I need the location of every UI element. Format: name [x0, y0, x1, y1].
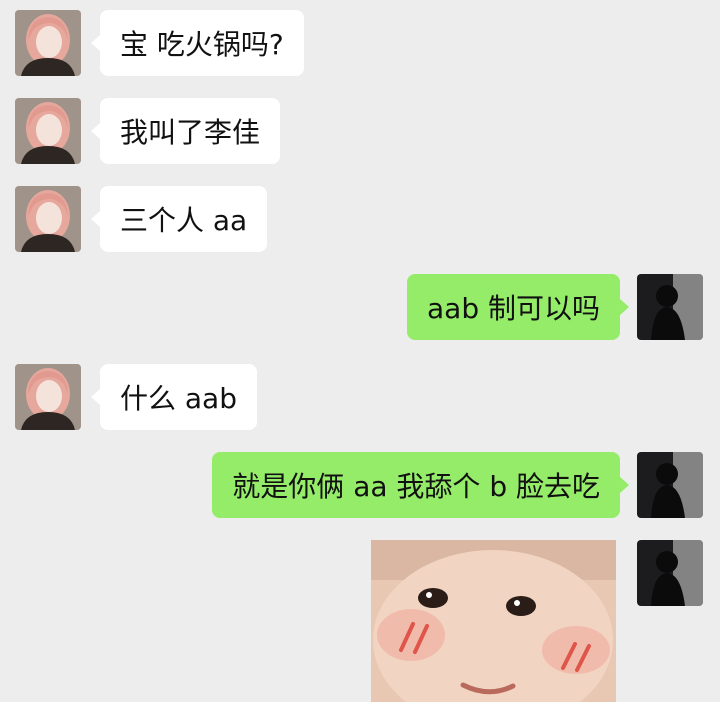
my-avatar[interactable] [637, 452, 703, 518]
message-text: 我叫了李佳 [120, 116, 261, 149]
message-text: aab 制可以吗 [427, 292, 600, 325]
contact-avatar[interactable] [15, 10, 81, 76]
contact-avatar[interactable] [15, 186, 81, 252]
message-text: 宝 吃火锅吗? [120, 28, 284, 61]
message-text: 就是你俩 aa 我舔个 b 脸去吃 [232, 470, 600, 503]
message-bubble-outgoing[interactable]: 就是你俩 aa 我舔个 b 脸去吃 [212, 452, 629, 518]
contact-avatar[interactable] [15, 98, 81, 164]
message-bubble-incoming[interactable]: 我叫了李佳 [90, 98, 281, 164]
my-avatar[interactable] [637, 540, 703, 606]
message-bubble-incoming[interactable]: 宝 吃火锅吗? [91, 10, 304, 76]
message-text: 什么 aab [120, 382, 237, 415]
my-avatar[interactable] [637, 274, 703, 340]
message-bubble-incoming[interactable]: 什么 aab [91, 364, 257, 430]
sticker-image[interactable] [371, 540, 616, 702]
message-text: 三个人 aa [120, 204, 248, 237]
contact-avatar[interactable] [15, 364, 81, 430]
message-bubble-incoming[interactable]: 三个人 aa [90, 186, 268, 252]
chat-conversation: 宝 吃火锅吗? 我叫了李佳 三个人 aa aab 制可以吗 什么 aab 就是你… [0, 0, 720, 702]
message-bubble-outgoing[interactable]: aab 制可以吗 [407, 274, 629, 340]
